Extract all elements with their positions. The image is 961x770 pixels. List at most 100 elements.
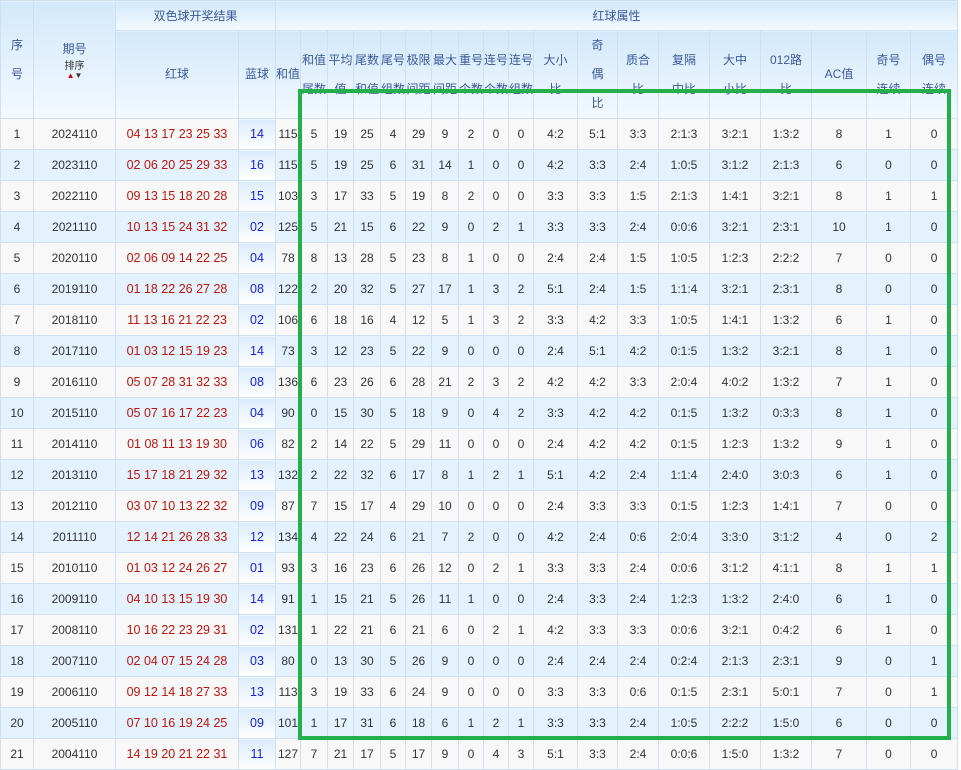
red-balls: 10 13 15 24 31 32 (115, 211, 239, 243)
attr-value: 4:2 (617, 397, 660, 429)
table-row: 1 2024110 04 13 17 23 25 33 14 115 5 19 25 4 29 9 2… (0, 118, 959, 150)
attr-value: 17 (405, 459, 433, 491)
col-attr-header: 连号个数 (483, 30, 510, 119)
attr-value: 2:4 (617, 645, 660, 677)
attr-value: 8 (811, 273, 868, 305)
attr-value: 5:1 (577, 335, 619, 367)
sort-button[interactable]: 排序 ▲▼ (35, 61, 115, 80)
attr-value: 5 (380, 180, 407, 212)
attr-value: 0:1:5 (658, 397, 711, 429)
attr-value: 2:4 (533, 335, 579, 367)
attr-value: 6 (380, 521, 407, 553)
attr-value: 0 (508, 521, 535, 553)
attr-value: 1:0:5 (658, 242, 711, 274)
attr-value: 1 (910, 645, 959, 677)
attr-value: 5 (431, 304, 460, 336)
attr-value: 1:3:2 (709, 583, 762, 615)
attr-value: 1 (458, 149, 485, 181)
attr-value: 6 (380, 366, 407, 398)
attr-value: 8 (811, 335, 868, 367)
attr-value: 10 (431, 490, 460, 522)
attr-value: 3:1:2 (760, 521, 813, 553)
attr-value: 0 (508, 583, 535, 615)
row-index: 5 (0, 242, 34, 274)
attr-value: 4 (483, 738, 510, 770)
col-index-header: 序号 (0, 0, 34, 119)
attr-value: 1 (866, 552, 912, 584)
attr-value: 3:3 (577, 583, 619, 615)
sort-asc-icon[interactable]: ▲ (67, 71, 75, 80)
attr-value: 2:4 (577, 273, 619, 305)
attr-value: 1:0:5 (658, 149, 711, 181)
attr-value: 1 (866, 335, 912, 367)
attr-value: 1:4:1 (709, 304, 762, 336)
col-issue-header[interactable]: 期号 排序 ▲▼ (33, 0, 116, 119)
table-row: 8 2017110 01 03 12 15 19 23 14 73 3 12 23 5 22 9 0 0… (0, 335, 959, 367)
attr-value: 22 (405, 211, 433, 243)
attr-value: 24 (405, 676, 433, 708)
attr-value: 0:1:5 (658, 490, 711, 522)
attr-value: 2 (483, 459, 510, 491)
attr-value: 5:1 (533, 273, 579, 305)
attr-value: 0:4:2 (760, 614, 813, 646)
attr-value: 3 (300, 180, 329, 212)
attr-value: 3 (300, 335, 329, 367)
attr-value: 0 (910, 273, 959, 305)
attr-value: 3 (508, 738, 535, 770)
table-row: 3 2022110 09 13 15 18 20 28 15 103 3 17 33 5 19 8 2… (0, 180, 959, 212)
attr-value: 8 (811, 552, 868, 584)
attr-value: 0:0:6 (658, 614, 711, 646)
col-attr-header: 偶号连续 (910, 30, 959, 119)
attr-value: 17 (405, 738, 433, 770)
attr-value: 30 (353, 397, 382, 429)
table-row: 17 2008110 10 16 22 23 29 31 02 131 1 22 21 6 21 6… (0, 614, 959, 646)
attr-value: 0 (910, 614, 959, 646)
attr-value: 1:2:3 (658, 583, 711, 615)
attr-value: 1:0:5 (658, 304, 711, 336)
attr-value: 1 (458, 304, 485, 336)
red-balls: 02 06 09 14 22 25 (115, 242, 239, 274)
attr-value: 4:0:2 (709, 366, 762, 398)
sort-desc-icon[interactable]: ▼ (75, 71, 83, 80)
attr-value: 6 (380, 552, 407, 584)
attr-value: 13 (327, 645, 355, 677)
row-index: 18 (0, 645, 34, 677)
attr-value: 5:1 (533, 459, 579, 491)
issue-number: 2017110 (33, 335, 116, 367)
attr-value: 0:6 (617, 676, 660, 708)
blue-ball: 06 (237, 428, 277, 460)
attr-value: 0 (458, 614, 485, 646)
attr-value: 0 (483, 428, 510, 460)
attr-value: 1:0:5 (658, 707, 711, 739)
attr-value: 4:2 (617, 335, 660, 367)
attr-value: 2:1:3 (658, 118, 711, 150)
attr-value: 25 (353, 118, 382, 150)
attr-value: 1 (458, 459, 485, 491)
issue-number: 2010110 (33, 552, 116, 584)
attr-value: 0 (866, 676, 912, 708)
attr-value: 3:3 (577, 552, 619, 584)
attr-value: 6 (380, 707, 407, 739)
attr-value: 5 (380, 428, 407, 460)
attr-value: 2:4 (617, 459, 660, 491)
sum-value: 78 (275, 242, 302, 274)
attr-value: 0 (866, 707, 912, 739)
attr-value: 15 (327, 583, 355, 615)
red-balls: 05 07 28 31 32 33 (115, 366, 239, 398)
attr-value: 0 (866, 521, 912, 553)
table-row: 12 2013110 15 17 18 21 29 32 13 132 2 22 32 6 17 8… (0, 459, 959, 491)
attr-value: 2:1:3 (658, 180, 711, 212)
attr-value: 0 (483, 149, 510, 181)
attr-value: 5 (300, 211, 329, 243)
attr-value: 0 (910, 738, 959, 770)
table-row: 11 2014110 01 08 11 13 19 30 06 82 2 14 22 5 29 11… (0, 428, 959, 460)
attr-value: 31 (405, 149, 433, 181)
attr-value: 21 (405, 614, 433, 646)
row-index: 2 (0, 149, 34, 181)
attr-value: 16 (327, 552, 355, 584)
col-issue-label: 期号 (62, 41, 87, 56)
attr-value: 28 (405, 366, 433, 398)
blue-ball: 11 (237, 738, 277, 770)
attr-value: 2:4 (617, 707, 660, 739)
attr-value: 6 (811, 583, 868, 615)
